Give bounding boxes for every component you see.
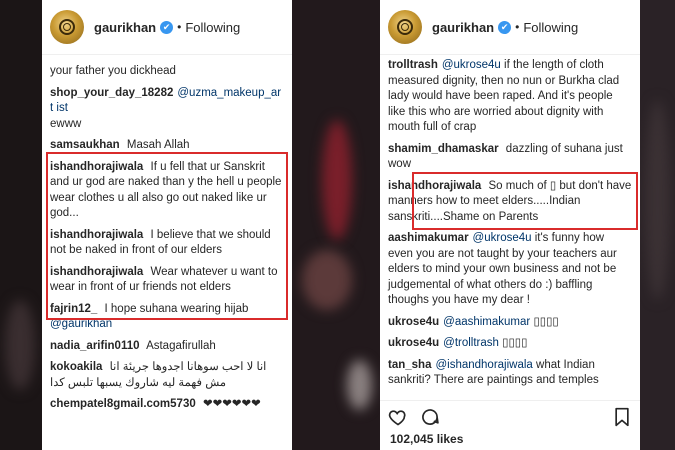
comment-text: ▯▯▯▯ bbox=[502, 337, 528, 349]
comments-panel-left: gaurikhan ✔ • Following your father you … bbox=[42, 0, 292, 450]
comment-username[interactable]: shamim_dhamaskar bbox=[388, 143, 499, 155]
comment-username[interactable]: ukrose4u bbox=[388, 316, 439, 328]
comment-text: Astagafirullah bbox=[146, 339, 216, 352]
post-header: gaurikhan ✔ • Following bbox=[380, 0, 640, 55]
comment-item: ukrose4u @trolltrash ▯▯▯▯ bbox=[388, 336, 632, 352]
comment-text: ❤❤❤❤❤❤ bbox=[202, 398, 261, 410]
comment-item: aashimakumar @ukrose4u it's funny how eve… bbox=[388, 231, 632, 309]
comment-username[interactable]: kokoakila bbox=[50, 361, 102, 373]
verified-badge-icon: ✔ bbox=[498, 20, 512, 34]
comment-item: tan_sha @ishandhorajiwala what Indian san… bbox=[388, 358, 632, 389]
action-bar bbox=[380, 400, 640, 428]
photo-background-right bbox=[640, 0, 675, 450]
verified-badge-icon: ✔ bbox=[160, 20, 174, 34]
comment-item: shop_your_day_18282 @uzma_makeup_art ist … bbox=[50, 86, 284, 133]
comment-item: your father you dickhead bbox=[50, 64, 284, 80]
following-button[interactable]: Following bbox=[185, 20, 240, 35]
comment-text: ewww bbox=[50, 117, 82, 130]
comment-mention[interactable]: @trolltrash bbox=[443, 337, 499, 349]
following-button[interactable]: Following bbox=[523, 20, 578, 35]
bookmark-icon[interactable] bbox=[612, 407, 632, 427]
avatar[interactable] bbox=[50, 10, 84, 44]
header-username[interactable]: gaurikhan bbox=[432, 20, 494, 35]
comment-mention[interactable]: @ishandhorajiwala bbox=[435, 359, 532, 371]
avatar[interactable] bbox=[388, 10, 422, 44]
comment-text: ▯▯▯▯ bbox=[533, 315, 559, 328]
comment-item: chempatel8gmail.com5730 ❤❤❤❤❤❤ bbox=[50, 397, 284, 413]
likes-count[interactable]: 102,045 likes bbox=[390, 432, 463, 446]
comments-panel-right: gaurikhan ✔ • Following trolltrash @ukros… bbox=[380, 0, 640, 450]
highlight-box bbox=[412, 172, 638, 230]
comment-username[interactable]: nadia_arifin0110 bbox=[50, 340, 140, 352]
photo-background-middle bbox=[292, 0, 380, 450]
comment-username[interactable]: chempatel8gmail.com5730 bbox=[50, 398, 196, 410]
comment-username[interactable]: tan_sha bbox=[388, 359, 431, 371]
comment-text: your father you dickhead bbox=[50, 65, 176, 77]
separator: • bbox=[515, 20, 520, 34]
comment-mention[interactable]: @aashimakumar bbox=[443, 316, 530, 328]
comment-text: Masah Allah bbox=[126, 139, 190, 151]
comment-mention[interactable]: @ukrose4u bbox=[442, 59, 501, 71]
highlight-box bbox=[46, 152, 288, 320]
separator: • bbox=[177, 20, 182, 34]
comment-item: trolltrash @ukrose4u if the length of clo… bbox=[388, 58, 632, 136]
comment-item: shamim_dhamaskar dazzling of suhana just… bbox=[388, 142, 632, 173]
comment-item: nadia_arifin0110 Astagafirullah bbox=[50, 339, 284, 355]
comment-username[interactable]: ukrose4u bbox=[388, 337, 439, 349]
comment-item: ukrose4u @aashimakumar ▯▯▯▯ bbox=[388, 315, 632, 331]
comment-mention[interactable]: @ukrose4u bbox=[473, 232, 532, 244]
post-header: gaurikhan ✔ • Following bbox=[42, 0, 292, 55]
photo-background-left bbox=[0, 0, 42, 450]
heart-icon[interactable] bbox=[388, 407, 408, 427]
comment-username[interactable]: shop_your_day_18282 bbox=[50, 87, 173, 99]
comment-username[interactable]: samsaukhan bbox=[50, 139, 120, 151]
comment-username[interactable]: trolltrash bbox=[388, 59, 438, 71]
header-username[interactable]: gaurikhan bbox=[94, 20, 156, 35]
comment-username[interactable]: aashimakumar bbox=[388, 232, 469, 244]
comment-icon[interactable] bbox=[420, 407, 440, 427]
comment-item: kokoakila انا لا احب سوهانا اجدوها جريئة… bbox=[50, 360, 284, 391]
